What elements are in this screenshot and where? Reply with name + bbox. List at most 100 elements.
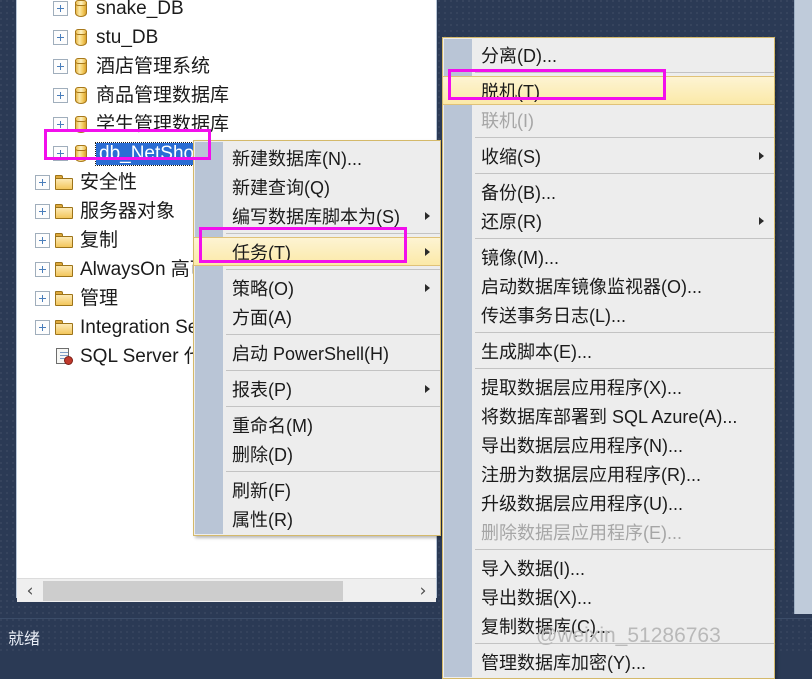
chevron-right-icon bbox=[759, 151, 764, 160]
tree-item-label: 学生管理数据库 bbox=[96, 114, 230, 135]
menu-item-label: 刷新(F) bbox=[232, 480, 291, 501]
context-menu-item-6[interactable]: 策略(O) bbox=[194, 273, 440, 302]
context-menu-item-17[interactable]: 属性(R) bbox=[194, 504, 440, 533]
menu-item-label: 策略(O) bbox=[232, 278, 294, 299]
expand-plus-icon[interactable] bbox=[53, 117, 68, 132]
tasks-submenu-item-20[interactable]: 升级数据层应用程序(U)... bbox=[443, 488, 774, 517]
tree-item-2[interactable]: 酒店管理系统 bbox=[17, 52, 436, 81]
tasks-submenu-item-10[interactable]: 镜像(M)... bbox=[443, 242, 774, 271]
tasks-submenu-item-21: 删除数据层应用程序(E)... bbox=[443, 517, 774, 546]
tree-item-label: Integration Se bbox=[80, 317, 199, 338]
expand-plus-icon[interactable] bbox=[53, 146, 68, 161]
menu-separator bbox=[226, 233, 440, 234]
context-menu-item-4[interactable]: 任务(T) bbox=[194, 237, 440, 266]
database-icon bbox=[73, 28, 89, 47]
menu-item-label: 方面(A) bbox=[232, 307, 292, 328]
menu-item-label: 导入数据(I)... bbox=[481, 558, 585, 579]
tree-item-label: 复制 bbox=[80, 230, 119, 251]
tasks-submenu-item-16[interactable]: 提取数据层应用程序(X)... bbox=[443, 372, 774, 401]
tasks-submenu[interactable]: 分离(D)... 脱机(T) 联机(I) 收缩(S) 备份(B)... 还原(R) 镜像(M… bbox=[442, 37, 775, 679]
menu-item-label: 导出数据(X)... bbox=[481, 587, 592, 608]
context-menu-item-14[interactable]: 删除(D) bbox=[194, 439, 440, 468]
tasks-submenu-item-7[interactable]: 备份(B)... bbox=[443, 177, 774, 206]
tree-item-4[interactable]: 学生管理数据库 bbox=[17, 110, 436, 139]
context-menu-item-1[interactable]: 新建查询(Q) bbox=[194, 172, 440, 201]
menu-item-label: 注册为数据层应用程序(R)... bbox=[481, 464, 701, 485]
menu-item-label: 删除数据层应用程序(E)... bbox=[481, 522, 682, 543]
tasks-submenu-item-11[interactable]: 启动数据库镜像监视器(O)... bbox=[443, 271, 774, 300]
menu-separator bbox=[226, 471, 440, 472]
context-menu-item-7[interactable]: 方面(A) bbox=[194, 302, 440, 331]
expand-plus-icon[interactable] bbox=[53, 30, 68, 45]
tasks-submenu-item-27[interactable]: 管理数据库加密(Y)... bbox=[443, 647, 774, 676]
context-menu-item-2[interactable]: 编写数据库脚本为(S) bbox=[194, 201, 440, 230]
folder-icon bbox=[55, 204, 73, 219]
menu-separator bbox=[226, 370, 440, 371]
database-icon bbox=[73, 115, 89, 134]
object-explorer-horizontal-scrollbar[interactable]: ‹ › bbox=[17, 578, 436, 602]
tasks-submenu-item-0[interactable]: 分离(D)... bbox=[443, 40, 774, 69]
menu-item-label: 启动 PowerShell(H) bbox=[232, 343, 390, 364]
context-menu-item-13[interactable]: 重命名(M) bbox=[194, 410, 440, 439]
expand-plus-icon[interactable] bbox=[53, 59, 68, 74]
scrollbar-thumb[interactable] bbox=[43, 580, 343, 601]
expand-plus-icon[interactable] bbox=[35, 291, 50, 306]
context-menu-item-11[interactable]: 报表(P) bbox=[194, 374, 440, 403]
status-text: 就绪 bbox=[8, 631, 41, 648]
expand-plus-icon[interactable] bbox=[35, 175, 50, 190]
menu-separator bbox=[226, 334, 440, 335]
tree-item-label: 安全性 bbox=[80, 172, 138, 193]
menu-item-label: 分离(D)... bbox=[481, 45, 557, 66]
tasks-submenu-item-17[interactable]: 将数据库部署到 SQL Azure(A)... bbox=[443, 401, 774, 430]
database-context-menu[interactable]: 新建数据库(N)... 新建查询(Q) 编写数据库脚本为(S) 任务(T) 策略(O) 方… bbox=[193, 140, 441, 536]
folder-icon bbox=[55, 233, 73, 248]
menu-item-label: 编写数据库脚本为(S) bbox=[232, 206, 400, 227]
expand-plus-icon[interactable] bbox=[35, 320, 50, 335]
menu-item-label: 联机(I) bbox=[481, 110, 534, 131]
menu-item-label: 将数据库部署到 SQL Azure(A)... bbox=[481, 406, 738, 427]
menu-separator bbox=[475, 238, 774, 239]
tasks-submenu-item-12[interactable]: 传送事务日志(L)... bbox=[443, 300, 774, 329]
menu-separator bbox=[475, 549, 774, 550]
tree-item-1[interactable]: stu_DB bbox=[17, 23, 436, 52]
menu-item-label: 收缩(S) bbox=[481, 146, 541, 167]
expand-plus-icon[interactable] bbox=[53, 88, 68, 103]
tree-item-label: snake_DB bbox=[96, 0, 184, 19]
tasks-submenu-item-14[interactable]: 生成脚本(E)... bbox=[443, 336, 774, 365]
menu-item-label: 属性(R) bbox=[232, 509, 293, 530]
menu-item-label: 升级数据层应用程序(U)... bbox=[481, 493, 683, 514]
tasks-submenu-item-23[interactable]: 导入数据(I)... bbox=[443, 553, 774, 582]
tasks-submenu-item-18[interactable]: 导出数据层应用程序(N)... bbox=[443, 430, 774, 459]
menu-item-label: 删除(D) bbox=[232, 444, 293, 465]
expand-plus-icon[interactable] bbox=[35, 204, 50, 219]
tree-item-label: 酒店管理系统 bbox=[96, 56, 211, 77]
menu-item-label: 提取数据层应用程序(X)... bbox=[481, 377, 682, 398]
window-vertical-scrollbar[interactable] bbox=[794, 0, 812, 614]
folder-icon bbox=[55, 320, 73, 335]
context-menu-item-9[interactable]: 启动 PowerShell(H) bbox=[194, 338, 440, 367]
tree-item-3[interactable]: 商品管理数据库 bbox=[17, 81, 436, 110]
chevron-right-icon bbox=[425, 211, 430, 220]
expand-plus-icon[interactable] bbox=[53, 1, 68, 16]
scroll-right-arrow-icon[interactable]: › bbox=[410, 579, 436, 603]
tasks-submenu-item-8[interactable]: 还原(R) bbox=[443, 206, 774, 235]
tree-item-label: db_NetShop bbox=[95, 141, 208, 166]
menu-separator bbox=[226, 406, 440, 407]
context-menu-item-16[interactable]: 刷新(F) bbox=[194, 475, 440, 504]
context-menu-item-0[interactable]: 新建数据库(N)... bbox=[194, 143, 440, 172]
menu-separator bbox=[475, 368, 774, 369]
tasks-submenu-item-24[interactable]: 导出数据(X)... bbox=[443, 582, 774, 611]
tree-item-0[interactable]: snake_DB bbox=[17, 0, 436, 23]
tasks-submenu-item-19[interactable]: 注册为数据层应用程序(R)... bbox=[443, 459, 774, 488]
tasks-submenu-item-5[interactable]: 收缩(S) bbox=[443, 141, 774, 170]
menu-item-label: 新建数据库(N)... bbox=[232, 148, 362, 169]
scroll-left-arrow-icon[interactable]: ‹ bbox=[17, 579, 43, 603]
tasks-submenu-item-2[interactable]: 脱机(T) bbox=[443, 76, 774, 105]
database-icon bbox=[73, 0, 89, 18]
menu-item-label: 备份(B)... bbox=[481, 182, 556, 203]
chevron-right-icon bbox=[425, 384, 430, 393]
menu-item-label: 还原(R) bbox=[481, 211, 542, 232]
menu-item-label: 启动数据库镜像监视器(O)... bbox=[481, 276, 702, 297]
expand-plus-icon[interactable] bbox=[35, 233, 50, 248]
expand-plus-icon[interactable] bbox=[35, 262, 50, 277]
